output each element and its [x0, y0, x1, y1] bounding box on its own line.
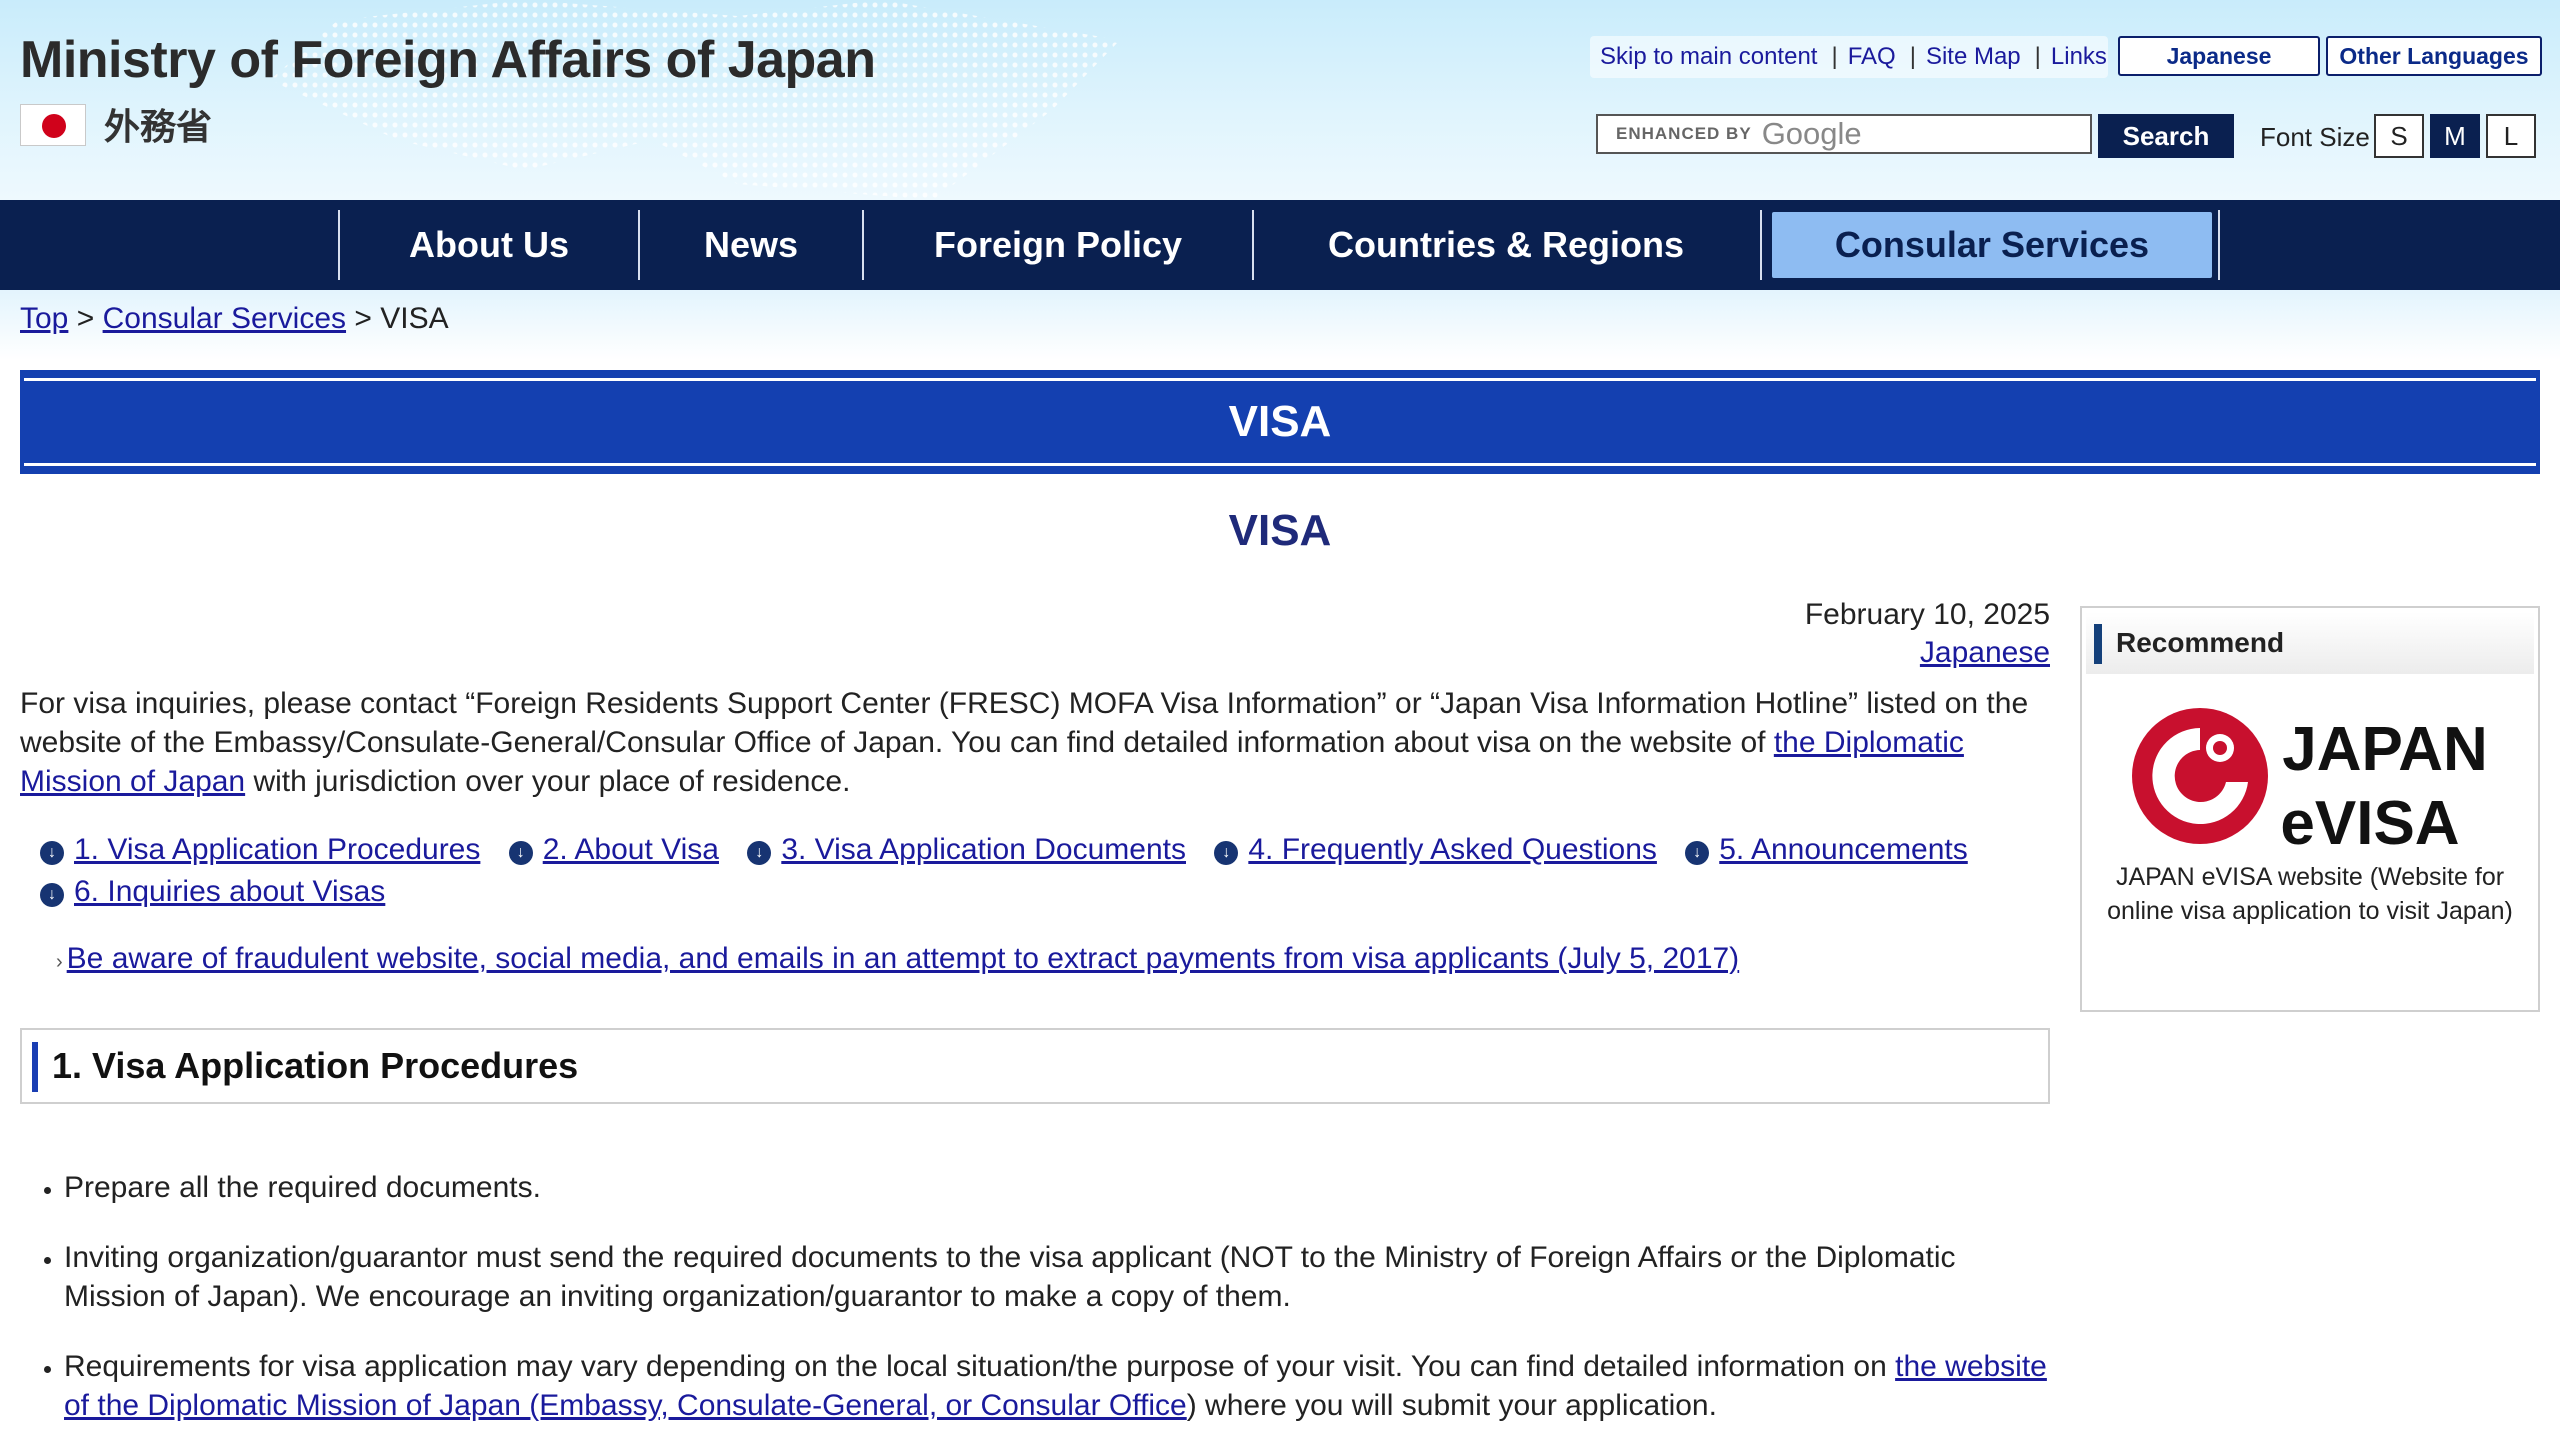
- japan-flag-icon: [20, 104, 86, 146]
- font-size-small-button[interactable]: S: [2374, 114, 2424, 158]
- toc-link-announcements[interactable]: 5. Announcements: [1719, 830, 1968, 870]
- list-item: Requirements for visa application may va…: [64, 1347, 2054, 1425]
- section-heading: 1. Visa Application Procedures: [20, 1028, 2050, 1104]
- arrow-down-circle-icon: ↓: [747, 841, 772, 865]
- enhanced-by-label: ENHANCED BY: [1616, 124, 1752, 143]
- table-of-contents: ↓ 1. Visa Application Procedures ↓ 2. Abou…: [40, 828, 2040, 912]
- list-item: Prepare all the required documents.: [64, 1168, 2054, 1207]
- toc-item: ↓ 4. Frequently Asked Questions: [1214, 830, 1657, 870]
- toc-link-faq[interactable]: 4. Frequently Asked Questions: [1248, 830, 1657, 870]
- page-title-bar: VISA: [20, 370, 2540, 474]
- breadcrumb-separator: >: [354, 302, 372, 335]
- toc-item: ↓ 2. About Visa: [508, 830, 719, 870]
- list-item: Inviting organization/guarantor must sen…: [64, 1238, 2054, 1316]
- breadcrumb-current: VISA: [380, 302, 449, 335]
- japanese-language-button[interactable]: Japanese: [2118, 36, 2320, 76]
- evisa-logo-dot-inner: [2213, 741, 2227, 755]
- nav-news[interactable]: News: [640, 210, 862, 280]
- toc-link-about-visa[interactable]: 2. About Visa: [543, 830, 719, 870]
- font-size-large-button[interactable]: L: [2486, 114, 2536, 158]
- site-map-link[interactable]: Site Map: [1926, 43, 2021, 71]
- breadcrumb-consular-link[interactable]: Consular Services: [103, 302, 346, 335]
- list-item-text: Requirements for visa application may va…: [64, 1350, 1896, 1383]
- page-subtitle: VISA: [1228, 506, 1332, 555]
- intro-paragraph: For visa inquiries, please contact “Fore…: [20, 684, 2050, 801]
- evisa-logo-text-japan: JAPAN: [2282, 715, 2488, 784]
- nav-separator: [1760, 210, 1762, 280]
- japan-evisa-logo[interactable]: JAPAN eVISA: [2130, 704, 2510, 854]
- arrow-down-circle-icon: ↓: [1214, 841, 1239, 865]
- fraud-warning: › Be aware of fraudulent website, social …: [56, 942, 1739, 976]
- recommend-heading: Recommend: [2116, 627, 2285, 658]
- list-item-text: ) where you will submit your application…: [1186, 1389, 1717, 1422]
- arrow-down-circle-icon: ↓: [1685, 841, 1710, 865]
- font-size-medium-button[interactable]: M: [2430, 114, 2480, 158]
- separator: |: [2034, 43, 2041, 70]
- recommend-heading-bar: Recommend: [2086, 612, 2534, 674]
- toc-item: ↓ 3. Visa Application Documents: [747, 830, 1186, 870]
- toc-item: ↓ 1. Visa Application Procedures: [40, 830, 480, 870]
- font-size-label: Font Size: [2260, 122, 2370, 152]
- intro-text-2: with jurisdiction over your place of res…: [245, 765, 851, 798]
- japanese-version-link[interactable]: Japanese: [1920, 636, 2050, 669]
- site-title-link[interactable]: Ministry of Foreign Affairs of Japan: [20, 30, 876, 90]
- site-header: Ministry of Foreign Affairs of Japan 外務省…: [0, 0, 2560, 200]
- publish-date: February 10, 2025: [1804, 598, 2050, 631]
- intro-text-1: For visa inquiries, please contact “Fore…: [20, 687, 2029, 759]
- procedure-list: Prepare all the required documents. Invi…: [64, 1168, 2054, 1456]
- recommend-panel: Recommend JAPAN eVISA JAPAN eVISA websit…: [2080, 606, 2540, 1012]
- toc-link-inquiries[interactable]: 6. Inquiries about Visas: [74, 872, 385, 912]
- nav-foreign-policy[interactable]: Foreign Policy: [864, 210, 1252, 280]
- arrow-down-circle-icon: ↓: [508, 841, 533, 865]
- fraud-warning-link[interactable]: Be aware of fraudulent website, social m…: [67, 942, 1740, 975]
- arrow-down-circle-icon: ↓: [40, 841, 64, 865]
- breadcrumb: Top > Consular Services > VISA: [20, 302, 449, 336]
- search-input[interactable]: ENHANCED BY Google: [1596, 114, 2092, 154]
- search-button[interactable]: Search: [2098, 114, 2234, 158]
- nav-countries-regions[interactable]: Countries & Regions: [1254, 210, 1758, 280]
- nav-consular-services[interactable]: Consular Services: [1772, 212, 2212, 278]
- toc-link-procedures[interactable]: 1. Visa Application Procedures: [74, 830, 480, 870]
- toc-link-documents[interactable]: 3. Visa Application Documents: [781, 830, 1186, 870]
- skip-to-main-link[interactable]: Skip to main content: [1600, 43, 1817, 71]
- japanese-version-link-wrap: Japanese: [1600, 636, 2050, 670]
- list-item-text: Inviting organization/guarantor must sen…: [64, 1241, 1956, 1313]
- separator: |: [1909, 43, 1916, 70]
- utility-links: Skip to main content | FAQ | Site Map | …: [1590, 36, 2108, 78]
- faq-link[interactable]: FAQ: [1848, 43, 1896, 71]
- other-languages-button[interactable]: Other Languages: [2326, 36, 2542, 76]
- links-link[interactable]: Links: [2051, 43, 2107, 71]
- list-item-text: Prepare all the required documents.: [64, 1171, 541, 1204]
- section-title-procedures: 1. Visa Application Procedures: [52, 1045, 579, 1086]
- arrow-down-circle-icon: ↓: [40, 883, 64, 907]
- page-title: VISA: [1228, 397, 1332, 446]
- nav-separator: [2218, 210, 2220, 280]
- evisa-logo-text-evisa: eVISA: [2280, 789, 2459, 854]
- separator: |: [1831, 43, 1838, 70]
- nav-about-us[interactable]: About Us: [340, 210, 638, 280]
- google-logo: Google: [1761, 116, 1862, 151]
- breadcrumb-top-link[interactable]: Top: [20, 302, 68, 335]
- toc-item: ↓ 6. Inquiries about Visas: [40, 872, 385, 912]
- evisa-caption: JAPAN eVISA website (Website for online …: [2107, 863, 2513, 925]
- toc-item: ↓ 5. Announcements: [1685, 830, 1968, 870]
- site-japanese-name: 外務省: [104, 106, 213, 147]
- breadcrumb-separator: >: [76, 302, 95, 335]
- main-navigation: About Us News Foreign Policy Countries &…: [0, 200, 2560, 290]
- chevron-right-icon: ›: [56, 951, 63, 973]
